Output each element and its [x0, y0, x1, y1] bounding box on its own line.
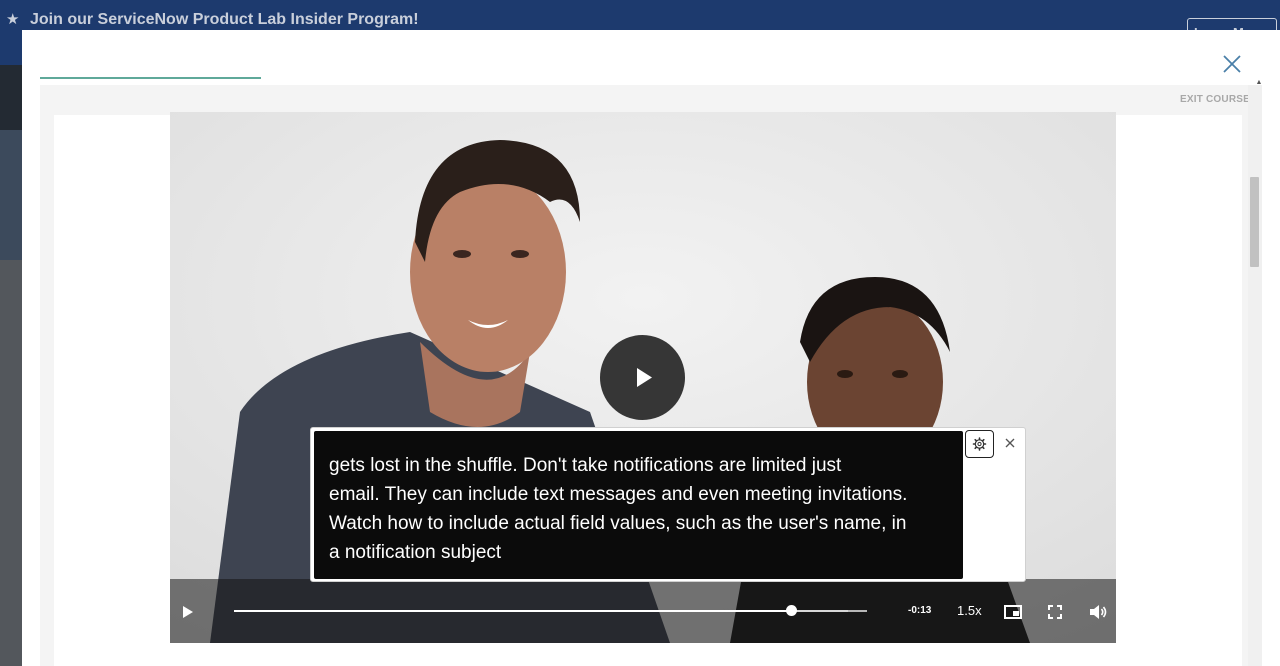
volume-icon [1090, 605, 1107, 619]
background-side-band [0, 130, 22, 260]
player-controls-bar: -0:13 1.5x [170, 579, 1116, 643]
picture-in-picture-button[interactable] [1003, 603, 1023, 621]
time-remaining: -0:13 [908, 605, 932, 616]
scroll-up-arrow-icon[interactable]: ▲ [1255, 79, 1263, 87]
caption-close-button[interactable] [1004, 436, 1016, 448]
close-icon [1005, 438, 1015, 448]
seek-bar-played [234, 610, 792, 612]
star-icon: ★ [6, 11, 20, 28]
picture-in-picture-icon [1004, 605, 1022, 619]
close-icon [1223, 55, 1241, 73]
banner-text: Join our ServiceNow Product Lab Insider … [30, 11, 419, 28]
playback-speed-button[interactable]: 1.5x [957, 603, 982, 618]
caption-line: gets lost in the shuffle. Don't take not… [329, 455, 842, 476]
captions-panel: gets lost in the shuffle. Don't take not… [310, 427, 1026, 582]
seek-bar[interactable] [234, 605, 867, 616]
scrollbar-track[interactable] [1248, 85, 1262, 666]
caption-line: Watch how to include actual field values… [329, 513, 907, 534]
fullscreen-icon [1048, 605, 1062, 619]
close-modal-button[interactable] [1220, 52, 1244, 76]
play-icon [637, 368, 652, 387]
big-play-button[interactable] [600, 335, 685, 420]
course-progress-bar [40, 77, 261, 79]
scrollbar-thumb[interactable] [1250, 177, 1259, 267]
caption-text-box: gets lost in the shuffle. Don't take not… [314, 431, 963, 579]
play-icon [183, 606, 193, 618]
play-button[interactable] [180, 603, 196, 621]
caption-line: a notification subject [329, 542, 502, 563]
caption-line: email. They can include text messages an… [329, 484, 908, 505]
caption-settings-button[interactable] [965, 430, 994, 458]
volume-button[interactable] [1088, 602, 1108, 622]
seek-handle[interactable] [786, 605, 798, 616]
exit-course-link[interactable]: EXIT COURSE [1160, 94, 1250, 105]
gear-icon [972, 437, 987, 451]
fullscreen-button[interactable] [1046, 603, 1064, 621]
